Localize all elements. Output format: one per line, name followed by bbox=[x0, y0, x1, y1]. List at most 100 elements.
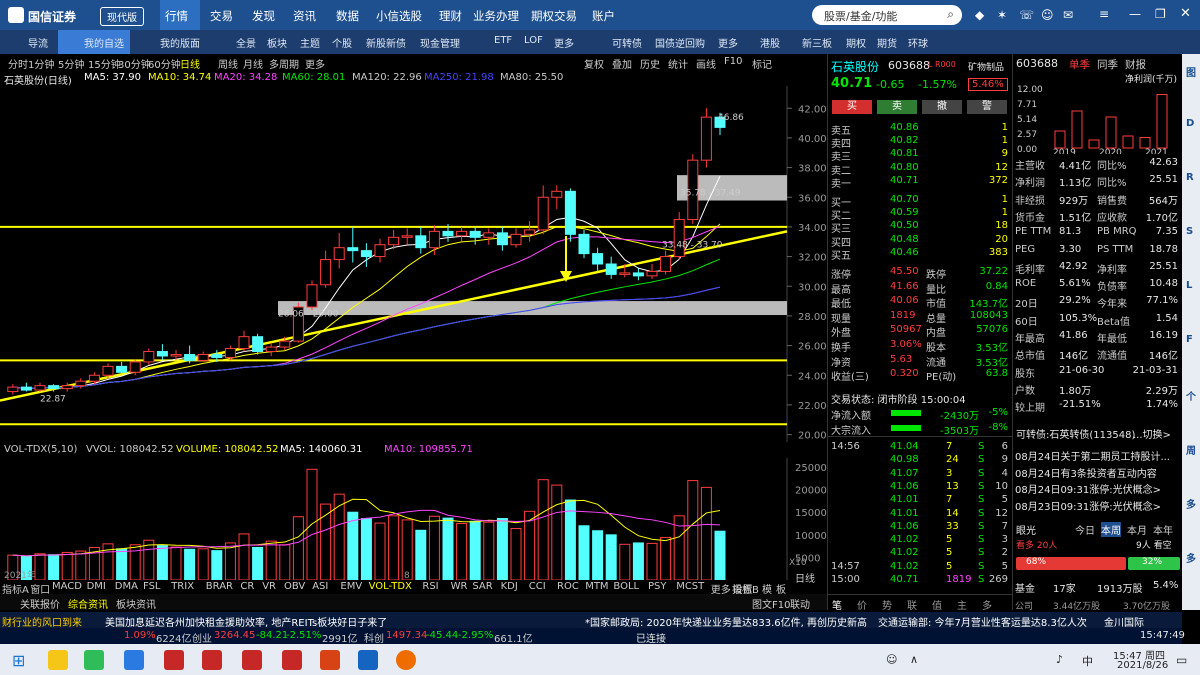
indicator-tab-5[interactable]: FSL bbox=[143, 581, 161, 592]
indicator-tab-12[interactable]: EMV bbox=[340, 581, 362, 592]
candlestick-chart[interactable]: 42.00 40.00 38.00 36.00 34.00 32.00 30.00 28.00… bbox=[0, 86, 827, 442]
sidebar-item-1[interactable]: D bbox=[1186, 118, 1194, 129]
menu-item-9[interactable]: 账户 bbox=[592, 8, 615, 24]
bottom-tab-2[interactable]: 板块资讯 bbox=[116, 596, 156, 611]
stock-app-icon-2[interactable] bbox=[202, 650, 222, 670]
chart-tool-3[interactable]: 统计 bbox=[668, 56, 688, 71]
toolbar-item-4[interactable]: 板块 bbox=[267, 35, 287, 50]
vote-period-1[interactable]: 本周 bbox=[1101, 522, 1121, 537]
indicator-tab-15[interactable]: WR bbox=[451, 581, 468, 592]
edition-selector[interactable]: 现代版 bbox=[100, 7, 144, 26]
sidebar-item-9[interactable]: 多 bbox=[1186, 550, 1196, 565]
stock-app-icon-3[interactable] bbox=[242, 650, 262, 670]
toolbar-item-11[interactable]: 更多 bbox=[554, 35, 574, 50]
toolbar-item-9[interactable]: ETF bbox=[494, 35, 512, 46]
news-right[interactable]: *国家邮政局: 2020年快递业业务量达833.6亿件, 再创历史新高 bbox=[585, 614, 867, 629]
chart-tool-5[interactable]: F10 bbox=[724, 56, 742, 67]
period-tab-6[interactable]: 日线 bbox=[180, 56, 200, 71]
tick-tab-4[interactable]: 值 bbox=[932, 597, 942, 612]
indicator-tab-6[interactable]: TRIX bbox=[171, 581, 194, 592]
toolbar-item-13[interactable]: 国债逆回购 bbox=[655, 35, 705, 50]
toolbar-item-10[interactable]: LOF bbox=[524, 35, 543, 46]
toolbar-item-8[interactable]: 现金管理 bbox=[420, 35, 460, 50]
toolbar-item-14[interactable]: 更多 bbox=[718, 35, 738, 50]
indicator-tab-18[interactable]: CCI bbox=[529, 581, 546, 592]
period-tab-7[interactable]: 周线 bbox=[218, 56, 238, 71]
indicator-tab-10[interactable]: OBV bbox=[284, 581, 305, 592]
tick-tab-0[interactable]: 笔 bbox=[832, 597, 842, 612]
trade-button-3[interactable]: 警 bbox=[967, 100, 1007, 114]
wechat-icon[interactable] bbox=[84, 650, 104, 670]
indicator-tab-7[interactable]: BRAR bbox=[206, 581, 233, 592]
tick-tab-6[interactable]: 多 bbox=[982, 597, 992, 612]
vote-period-0[interactable]: 今日 bbox=[1075, 522, 1095, 537]
indicator-tab-11[interactable]: ASI bbox=[312, 581, 328, 592]
period-tab-1[interactable]: 1分钟 bbox=[28, 56, 54, 71]
menu-item-2[interactable]: 发现 bbox=[252, 8, 275, 24]
vote-period-3[interactable]: 本年 bbox=[1153, 522, 1173, 537]
sidebar-item-0[interactable]: 图 bbox=[1186, 64, 1196, 79]
news-mid[interactable]: 美国加息延迟各州加快租金援助效率, 地产REITs板块好日子来了 bbox=[105, 614, 387, 629]
people-icon[interactable]: ☺ bbox=[886, 653, 897, 666]
close-icon[interactable]: ✕ bbox=[1180, 6, 1191, 21]
toolbar-item-16[interactable]: 新三板 bbox=[802, 35, 832, 50]
folder-icon[interactable] bbox=[48, 650, 68, 670]
restore-icon[interactable]: ❐ bbox=[1155, 7, 1166, 21]
notification-icon[interactable]: ▭ bbox=[1176, 653, 1187, 667]
indicator-tab-13[interactable]: VOL-TDX bbox=[369, 581, 412, 592]
chart-tool-6[interactable]: 标记 bbox=[752, 56, 772, 71]
phone-icon[interactable]: ☏ bbox=[1019, 8, 1034, 22]
indicator-tab-22[interactable]: PSY bbox=[648, 581, 667, 592]
browser-icon[interactable] bbox=[124, 650, 144, 670]
toolbar-item-2[interactable]: 我的版面 bbox=[160, 35, 200, 50]
indicator-tab-14[interactable]: RSI bbox=[422, 581, 438, 592]
trade-button-1[interactable]: 卖 bbox=[877, 100, 917, 114]
daily-tab[interactable]: 日线 bbox=[795, 570, 815, 585]
chart-tool-4[interactable]: 画线 bbox=[696, 56, 716, 71]
vote-period-2[interactable]: 本月 bbox=[1127, 522, 1147, 537]
news-ticker[interactable]: 财行业的风口到来 美国加息延迟各州加快租金援助效率, 地产REITs板块好日子来… bbox=[0, 612, 1182, 640]
indicator-tab-3[interactable]: DMI bbox=[87, 581, 106, 592]
toolbar-item-15[interactable]: 港股 bbox=[760, 35, 780, 50]
search-input[interactable]: 股票/基金/功能 bbox=[824, 8, 897, 24]
volume-icon[interactable]: ♪ bbox=[1056, 653, 1063, 666]
bottom-tab-0[interactable]: 关联报价 bbox=[20, 596, 60, 611]
ime-label[interactable]: 中 bbox=[1082, 653, 1093, 669]
toolbar-item-3[interactable]: 全景 bbox=[236, 35, 256, 50]
toolbar-item-6[interactable]: 个股 bbox=[332, 35, 352, 50]
indicator-tab-19[interactable]: ROC bbox=[557, 581, 579, 592]
menu-item-6[interactable]: 理财 bbox=[439, 8, 462, 24]
search-box[interactable]: 股票/基金/功能 ⌕ bbox=[812, 5, 962, 25]
chart-tool-2[interactable]: 历史 bbox=[640, 56, 660, 71]
news-right2[interactable]: 交通运输部: 今年7月营业性客运量达8.3亿人次 bbox=[878, 614, 1087, 629]
event-item[interactable]: 08月23日09:31涨停:光伏概念> bbox=[1015, 498, 1161, 513]
stock-app-icon-4[interactable] bbox=[282, 650, 302, 670]
menu-item-1[interactable]: 交易 bbox=[210, 8, 233, 24]
toolbar-item-17[interactable]: 期权 bbox=[846, 35, 866, 50]
photos-icon[interactable] bbox=[396, 650, 416, 670]
sector-name[interactable]: 矿物制品 bbox=[968, 60, 1004, 73]
tick-tab-1[interactable]: 价 bbox=[857, 597, 867, 612]
menu-item-3[interactable]: 资讯 bbox=[293, 8, 316, 24]
period-tab-0[interactable]: 分时 bbox=[8, 56, 28, 71]
event-item[interactable]: 08月24日关于第二期员工持股计... bbox=[1015, 448, 1170, 463]
indicator-tab-8[interactable]: CR bbox=[240, 581, 254, 592]
settings-icon[interactable]: ◆ bbox=[975, 8, 984, 22]
link-toggle[interactable]: 联动 bbox=[790, 596, 810, 611]
indicator-tab-21[interactable]: BOLL bbox=[613, 581, 639, 592]
indicator-tab-20[interactable]: MTM bbox=[585, 581, 608, 592]
event-item[interactable]: 08月24日有3条投资者互动内容 bbox=[1015, 465, 1157, 480]
word-icon[interactable] bbox=[358, 650, 378, 670]
period-tab-8[interactable]: 月线 bbox=[243, 56, 263, 71]
sidebar-item-7[interactable]: 周 bbox=[1186, 442, 1196, 457]
menu-item-5[interactable]: 小信选股 bbox=[376, 8, 422, 24]
toolbar-item-7[interactable]: 新股新债 bbox=[366, 35, 406, 50]
toolbar-item-12[interactable]: 可转债 bbox=[612, 35, 642, 50]
tick-tab-3[interactable]: 联 bbox=[907, 597, 917, 612]
chart-tool-0[interactable]: 复权 bbox=[584, 56, 604, 71]
period-tab-10[interactable]: 更多 bbox=[305, 56, 325, 71]
period-tab-5[interactable]: 60分钟 bbox=[148, 56, 181, 71]
trade-button-2[interactable]: 撤 bbox=[922, 100, 962, 114]
stock-app-icon[interactable] bbox=[164, 650, 184, 670]
toolbar-item-5[interactable]: 主题 bbox=[300, 35, 320, 50]
